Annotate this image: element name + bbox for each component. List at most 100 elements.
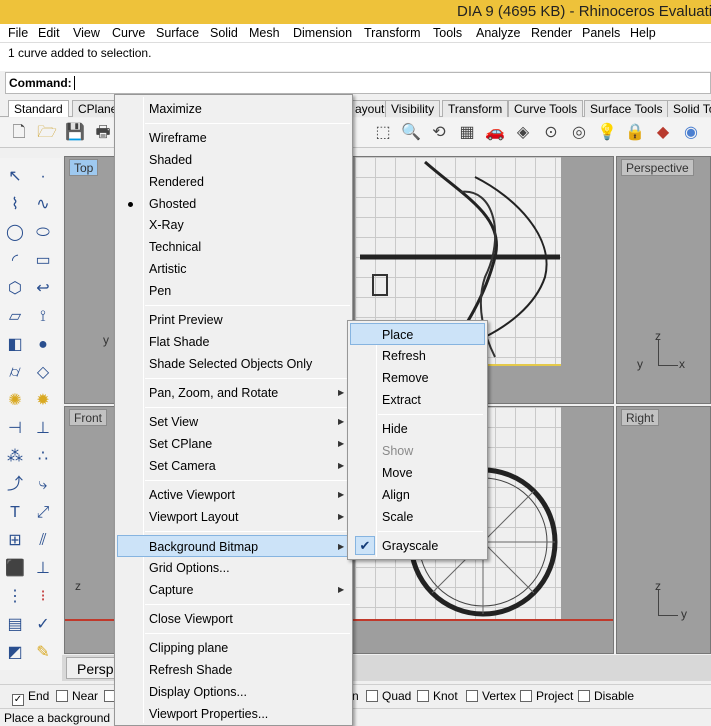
points-icon[interactable]: ⁝: [32, 586, 54, 608]
point-icon[interactable]: ·: [32, 166, 54, 188]
menu-item-grid-options[interactable]: Grid Options...: [117, 557, 350, 579]
menu-item-clipping-plane[interactable]: Clipping plane: [117, 637, 350, 659]
select-arrow-icon[interactable]: ↖: [4, 166, 26, 188]
menu-solid[interactable]: Solid: [210, 26, 238, 40]
save-icon[interactable]: 💾: [64, 122, 86, 144]
submenu-item-hide[interactable]: Hide: [350, 418, 485, 440]
rectangle-icon[interactable]: ▭: [32, 250, 54, 272]
menu-item-background-bitmap[interactable]: Background Bitmap ▶: [117, 535, 350, 557]
menu-item-pan-zoom-rotate[interactable]: Pan, Zoom, and Rotate ▶: [117, 382, 350, 404]
loft-icon[interactable]: ⟟: [32, 306, 54, 328]
tab-curve-tools[interactable]: Curve Tools: [508, 100, 584, 117]
sphere-icon[interactable]: ●: [32, 334, 54, 356]
submenu-item-extract[interactable]: Extract: [350, 389, 485, 411]
polygon-icon[interactable]: ⬡: [4, 278, 26, 300]
four-viewports-icon[interactable]: ▦: [456, 122, 478, 144]
viewport-label-front[interactable]: Front: [69, 409, 108, 426]
fillet-curve-icon[interactable]: ↩: [32, 278, 54, 300]
lock-icon[interactable]: 🔒: [624, 122, 646, 144]
menu-item-close-viewport[interactable]: Close Viewport: [117, 608, 350, 630]
menu-panels[interactable]: Panels: [582, 26, 620, 40]
osnap-end[interactable]: ✓ End: [12, 689, 49, 706]
print-icon[interactable]: 🖶: [92, 122, 114, 144]
menu-item-rendered[interactable]: Rendered: [117, 171, 350, 193]
menu-item-flat-shade[interactable]: Flat Shade: [117, 331, 350, 353]
command-line[interactable]: Command:: [5, 72, 711, 94]
color-wheel-icon[interactable]: ◉: [680, 122, 702, 144]
solid-box-icon[interactable]: ⬛: [4, 558, 26, 580]
submenu-item-move[interactable]: Move: [350, 462, 485, 484]
group-icon[interactable]: ⁂: [4, 446, 26, 468]
menu-item-viewport-layout[interactable]: Viewport Layout ▶: [117, 506, 350, 528]
submenu-item-remove[interactable]: Remove: [350, 367, 485, 389]
check-icon[interactable]: ✓: [32, 614, 54, 636]
tab-standard[interactable]: Standard: [8, 100, 69, 117]
fillet-icon[interactable]: ⤴: [4, 474, 26, 496]
osnap-knot[interactable]: Knot: [417, 689, 458, 703]
viewport-perspective[interactable]: Perspective z x y: [616, 156, 711, 404]
osnap-disable[interactable]: Disable: [578, 689, 634, 703]
scale-icon[interactable]: ⤢: [32, 502, 54, 524]
tab-visibility[interactable]: Visibility: [385, 100, 441, 117]
tab-transform[interactable]: Transform: [442, 100, 509, 117]
rotate-view-icon[interactable]: ⟲: [428, 122, 450, 144]
submenu-item-scale[interactable]: Scale: [350, 506, 485, 528]
tab-solid-tools[interactable]: Solid To: [667, 100, 711, 117]
chamfer-icon[interactable]: ⤷: [32, 474, 54, 496]
viewport-right[interactable]: Right z y: [616, 406, 711, 654]
menu-transform[interactable]: Transform: [364, 26, 421, 40]
ellipse-icon[interactable]: ⬭: [32, 222, 54, 244]
trim-icon[interactable]: ⊣: [4, 418, 26, 440]
menu-dimension[interactable]: Dimension: [293, 26, 352, 40]
menu-edit[interactable]: Edit: [38, 26, 60, 40]
open-folder-icon[interactable]: 🗁: [36, 122, 58, 144]
arc-icon[interactable]: ◜: [4, 250, 26, 272]
menu-analyze[interactable]: Analyze: [476, 26, 520, 40]
viewport-label-right[interactable]: Right: [621, 409, 660, 426]
select-icon[interactable]: ⊙: [540, 122, 562, 144]
menu-item-xray[interactable]: X-Ray: [117, 214, 350, 236]
osnap-near[interactable]: Near: [56, 689, 98, 703]
menu-item-refresh-shade[interactable]: Refresh Shade: [117, 659, 350, 681]
grid-array-icon[interactable]: ⋮: [4, 586, 26, 608]
tab-surface-tools[interactable]: Surface Tools: [584, 100, 669, 117]
osnap-project[interactable]: Project: [520, 689, 573, 703]
new-file-icon[interactable]: 🗋: [8, 122, 30, 144]
circle-icon[interactable]: ◯: [4, 222, 26, 244]
light-icon[interactable]: ✺: [4, 390, 26, 412]
menu-item-shaded[interactable]: Shaded: [117, 149, 350, 171]
menu-item-wireframe[interactable]: Wireframe: [117, 127, 350, 149]
submenu-item-place[interactable]: Place: [350, 323, 485, 345]
cylinder-icon[interactable]: ⌭: [4, 362, 26, 384]
ungroup-icon[interactable]: ∴: [32, 446, 54, 468]
explode-icon[interactable]: ✹: [32, 390, 54, 412]
mesh-icon[interactable]: ◇: [32, 362, 54, 384]
mirror-icon[interactable]: ⫽: [32, 530, 54, 552]
menu-item-print-preview[interactable]: Print Preview: [117, 309, 350, 331]
menu-item-pen[interactable]: Pen: [117, 280, 350, 302]
menu-item-set-view[interactable]: Set View ▶: [117, 411, 350, 433]
split-icon[interactable]: ⊥: [32, 418, 54, 440]
render-icon[interactable]: ◎: [568, 122, 590, 144]
menu-file[interactable]: File: [8, 26, 28, 40]
menu-item-shade-selected[interactable]: Shade Selected Objects Only: [117, 353, 350, 375]
array-icon[interactable]: ⊞: [4, 530, 26, 552]
menu-item-artistic[interactable]: Artistic: [117, 258, 350, 280]
paint-icon[interactable]: ✎: [32, 642, 54, 664]
menu-tools[interactable]: Tools: [433, 26, 462, 40]
menu-item-set-cplane[interactable]: Set CPlane ▶: [117, 433, 350, 455]
menu-item-capture[interactable]: Capture ▶: [117, 579, 350, 601]
materials-icon[interactable]: ◆: [652, 122, 674, 144]
submenu-item-grayscale[interactable]: ✔ Grayscale: [350, 535, 485, 557]
menu-curve[interactable]: Curve: [112, 26, 145, 40]
menu-item-technical[interactable]: Technical: [117, 236, 350, 258]
viewport-label-top[interactable]: Top: [69, 159, 99, 176]
viewport-label-perspective[interactable]: Perspective: [621, 159, 694, 176]
dimension-icon[interactable]: ⊥: [32, 558, 54, 580]
menu-mesh[interactable]: Mesh: [249, 26, 280, 40]
menu-item-display-options[interactable]: Display Options...: [117, 681, 350, 703]
hide-icon[interactable]: ◈: [512, 122, 534, 144]
menu-render[interactable]: Render: [531, 26, 572, 40]
box-icon[interactable]: ◧: [4, 334, 26, 356]
menu-item-active-viewport[interactable]: Active Viewport ▶: [117, 484, 350, 506]
